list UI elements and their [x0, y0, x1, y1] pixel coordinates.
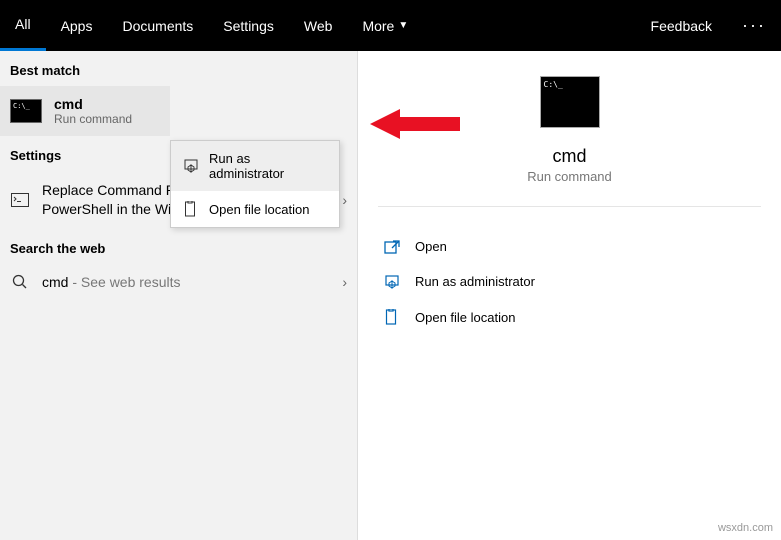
folder-icon: [383, 309, 401, 325]
context-open-file-location[interactable]: Open file location: [171, 191, 339, 227]
web-hint: - See web results: [68, 274, 180, 290]
context-run-as-admin[interactable]: Run as administrator: [171, 141, 339, 191]
best-match-result[interactable]: C:\_ cmd Run command: [0, 86, 170, 136]
action-open-file-location[interactable]: Open file location: [378, 299, 761, 335]
tab-settings[interactable]: Settings: [208, 0, 289, 51]
left-results-panel: Best match C:\_ cmd Run command Settings…: [0, 51, 357, 540]
shield-icon: [383, 275, 401, 289]
action-open[interactable]: Open: [378, 229, 761, 264]
best-match-subtitle: Run command: [54, 112, 132, 126]
header-bar: All Apps Documents Settings Web More ▼ F…: [0, 0, 781, 51]
more-menu-button[interactable]: ···: [727, 0, 781, 51]
action-run-as-admin-label: Run as administrator: [415, 274, 535, 289]
search-icon: [10, 274, 30, 290]
tab-all[interactable]: All: [0, 0, 46, 51]
folder-icon: [183, 201, 199, 217]
tab-apps[interactable]: Apps: [46, 0, 108, 51]
preview-cmd-icon: C:\_: [540, 76, 600, 128]
tab-documents[interactable]: Documents: [107, 0, 208, 51]
preview-subtitle: Run command: [378, 169, 761, 184]
tab-web[interactable]: Web: [289, 0, 348, 51]
action-open-file-location-label: Open file location: [415, 310, 515, 325]
context-open-file-location-label: Open file location: [209, 202, 309, 217]
tab-more[interactable]: More ▼: [347, 0, 423, 51]
header-spacer: [423, 0, 635, 51]
cmd-icon: C:\_: [10, 99, 42, 123]
watermark: wsxdn.com: [718, 522, 773, 534]
web-result[interactable]: cmd - See web results ›: [0, 264, 357, 300]
terminal-icon: [10, 193, 30, 207]
feedback-button[interactable]: Feedback: [636, 0, 727, 51]
context-run-as-admin-label: Run as administrator: [209, 151, 327, 181]
right-preview-panel: C:\_ cmd Run command Open Run as adminis…: [357, 51, 781, 540]
tab-more-label: More: [362, 18, 394, 34]
web-query: cmd: [42, 274, 68, 290]
divider: [378, 206, 761, 207]
web-result-text: cmd - See web results: [42, 274, 330, 290]
best-match-label: Best match: [0, 51, 357, 86]
shield-icon: [183, 159, 199, 173]
web-section-label: Search the web: [0, 229, 357, 264]
chevron-down-icon: ▼: [398, 20, 408, 31]
action-open-label: Open: [415, 239, 447, 254]
chevron-right-icon: ›: [342, 274, 347, 290]
action-run-as-admin[interactable]: Run as administrator: [378, 264, 761, 299]
context-menu: Run as administrator Open file location: [170, 140, 340, 228]
preview-title: cmd: [378, 146, 761, 167]
header-tabs: All Apps Documents Settings Web More ▼: [0, 0, 423, 51]
best-match-text: cmd Run command: [54, 96, 132, 126]
action-list: Open Run as administrator Open file loca…: [378, 229, 761, 335]
chevron-right-icon: ›: [342, 192, 347, 208]
open-icon: [383, 240, 401, 254]
content-area: Best match C:\_ cmd Run command Settings…: [0, 51, 781, 540]
best-match-title: cmd: [54, 96, 132, 112]
